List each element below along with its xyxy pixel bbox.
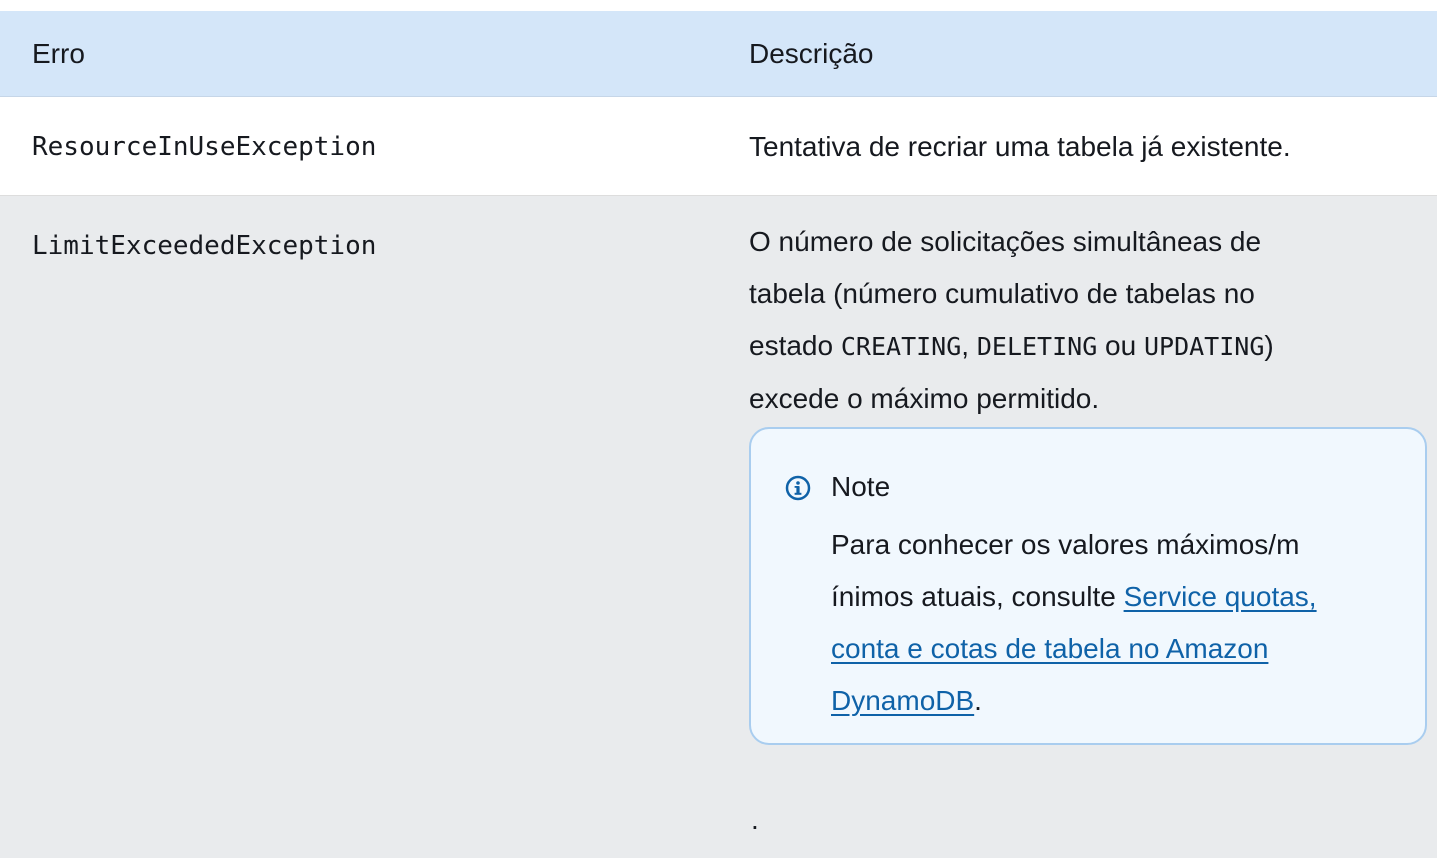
note-line: conta e cotas de tabela no Amazon (831, 623, 1391, 675)
description-text: estado (749, 330, 841, 361)
note-callout: Note Para conhecer os valores máximos/m … (749, 427, 1427, 745)
state-updating-code: UPDATING (1143, 332, 1265, 361)
header-erro: Erro (32, 38, 85, 69)
service-quotas-link[interactable]: DynamoDB (831, 685, 974, 716)
description-line: tabela (número cumulativo de tabelas no (749, 278, 1255, 309)
table-header-row: Erro Descrição (0, 11, 1437, 97)
service-quotas-link[interactable]: conta e cotas de tabela no Amazon (831, 633, 1268, 664)
state-deleting-code: DELETING (976, 332, 1098, 361)
description-text: ou (1097, 330, 1144, 361)
description-line: estado CREATING, DELETING ou UPDATING) (749, 320, 1429, 373)
description-text: , (961, 330, 977, 361)
note-line: DynamoDB. (831, 675, 1391, 727)
note-title: Note (831, 471, 891, 502)
error-name: ResourceInUseException (32, 132, 377, 162)
header-descricao: Descrição (749, 38, 874, 69)
state-creating-code: CREATING (840, 332, 962, 361)
errors-table: Erro Descrição ResourceInUseException Te… (0, 11, 1437, 858)
service-quotas-link[interactable]: Service quotas, (1124, 581, 1317, 612)
description-line: excede o máximo permitido. (749, 383, 1100, 414)
error-name: LimitExceededException (32, 231, 377, 261)
trailing-period: . (751, 804, 759, 835)
error-description: Tentativa de recriar uma tabela já exist… (749, 131, 1291, 162)
description-text: ) (1264, 330, 1274, 361)
table-row: LimitExceededException O número de solic… (0, 196, 1437, 858)
note-text: ínimos atuais, consulte (831, 581, 1124, 612)
note-text: . (974, 685, 982, 716)
note-body: Para conhecer os valores máximos/m ínimo… (831, 519, 1391, 727)
note-line: ínimos atuais, consulte Service quotas, (831, 571, 1391, 623)
note-line: Para conhecer os valores máximos/m (831, 529, 1300, 560)
table-row: ResourceInUseException Tentativa de recr… (0, 97, 1437, 196)
error-description: O número de solicitações simultâneas de … (749, 216, 1429, 425)
info-icon (785, 475, 811, 501)
description-line: O número de solicitações simultâneas de (749, 226, 1262, 257)
